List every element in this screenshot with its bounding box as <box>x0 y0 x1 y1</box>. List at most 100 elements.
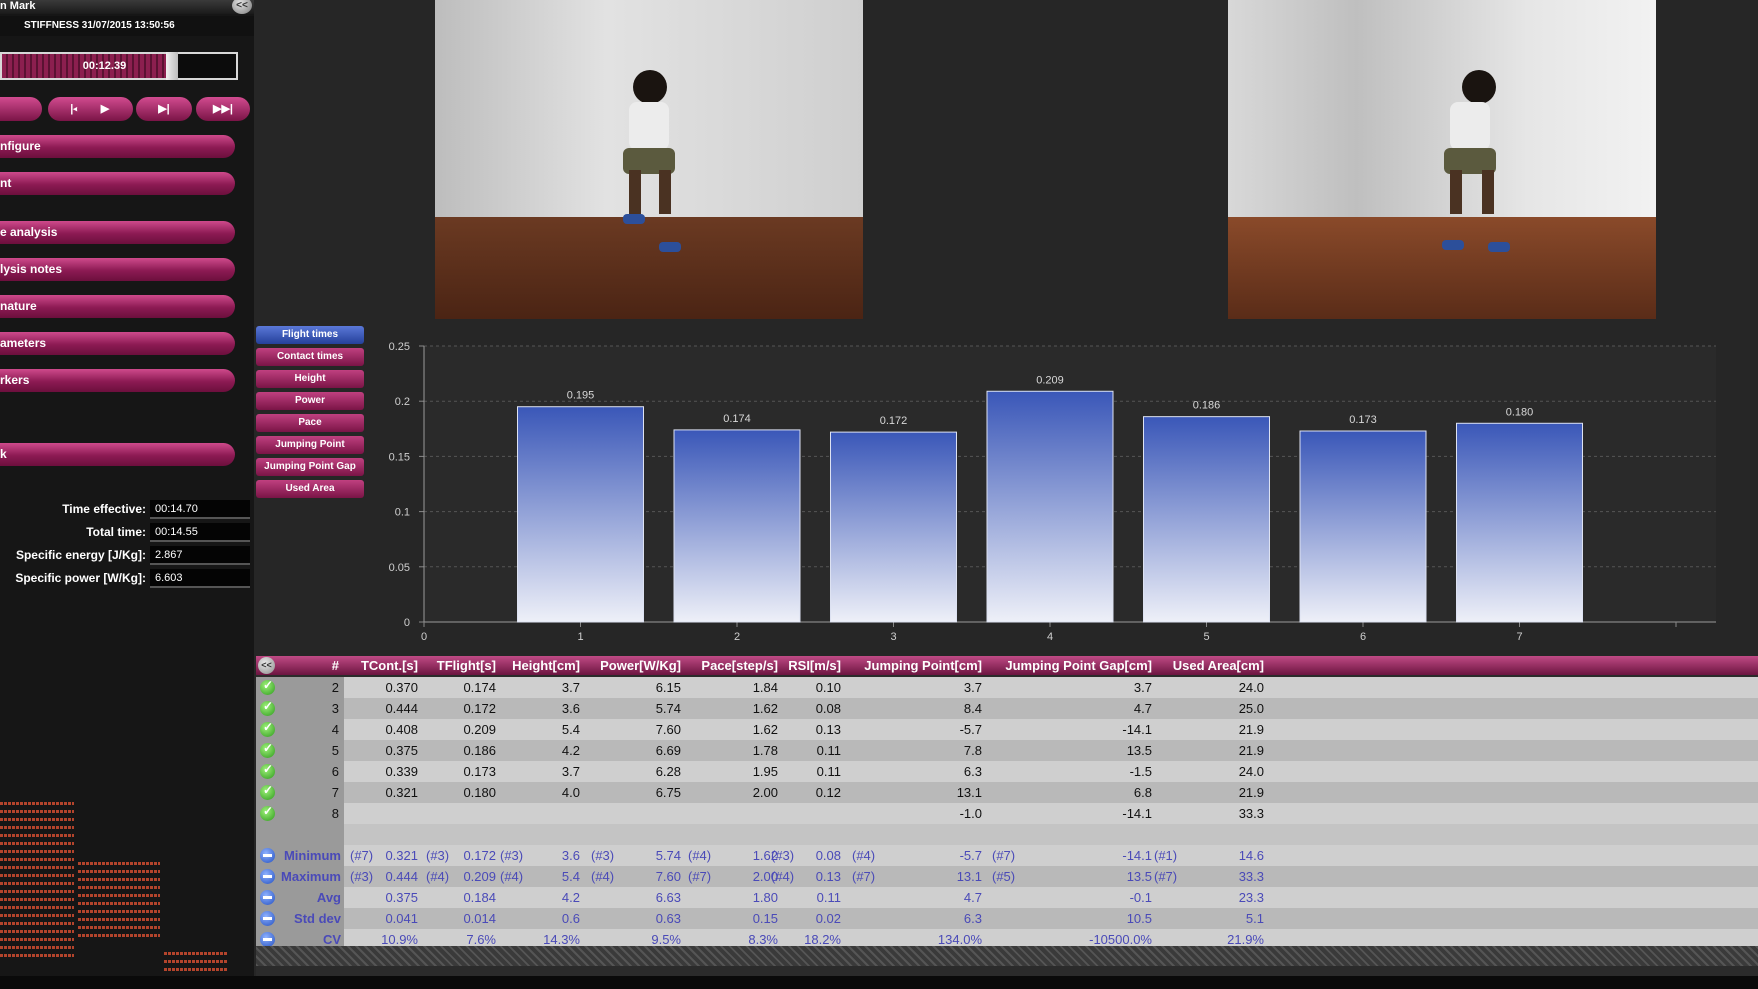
check-icon[interactable] <box>260 699 275 716</box>
level-meter-bar <box>0 810 74 813</box>
table-cell: 3 <box>331 701 339 716</box>
table-cell <box>500 803 580 824</box>
tab-pace[interactable]: Pace <box>256 414 364 432</box>
summary-value-cell: 7.60 <box>655 869 681 884</box>
menu-parameters-button[interactable]: ameters <box>0 332 235 355</box>
table-cell: -14.1 <box>1122 806 1152 821</box>
summary-value-cell: 0.08 <box>815 848 841 863</box>
column-header[interactable]: Pace[step/s] <box>688 656 778 675</box>
flight-times-chart: 0 0.05 0.1 0.15 0.2 0.25 0 1 2 3 4 5 6 7 0.195 0.174 0.1… <box>389 341 1716 643</box>
summary-value-cell: 5.74 <box>655 848 681 863</box>
column-header[interactable]: TFlight[s] <box>426 656 496 675</box>
table-cell: 25.0 <box>1238 701 1264 716</box>
summary-value-cell: 1.80 <box>752 890 778 905</box>
level-meter-bar <box>78 926 160 929</box>
summary-value-cell: 0.172 <box>463 848 496 863</box>
table-row[interactable]: 5 0.375 0.186 4.2 6.69 1.78 0.11 7.8 13.5 21.9 <box>256 740 1758 761</box>
table-cell: 33.3 <box>1238 806 1264 821</box>
table-row[interactable]: 3 0.444 0.172 3.6 5.74 1.62 0.08 8.4 4.7 25.0 <box>256 698 1758 719</box>
playback-progress-bar[interactable]: 00:12.39 <box>0 52 238 80</box>
summary-value-cell: 0.15 <box>752 911 778 926</box>
table-row[interactable]: 2 0.370 0.174 3.7 6.15 1.84 0.10 3.7 3.7 24.0 <box>256 677 1758 698</box>
tab-height[interactable]: Height <box>256 370 364 388</box>
table-cell: 1.84 <box>752 680 778 695</box>
summary-value-cell: 33.3 <box>1238 869 1264 884</box>
summary-value-cell: 10.5 <box>1126 911 1152 926</box>
column-header[interactable]: Power[W/Kg] <box>591 656 681 675</box>
tab-flight-times[interactable]: Flight times <box>256 326 364 344</box>
summary-value-cell: 0.184 <box>463 890 496 905</box>
table-cell: 1.62 <box>752 722 778 737</box>
tab-contact-times[interactable]: Contact times <box>256 348 364 366</box>
column-header[interactable]: RSI[m/s] <box>771 656 841 675</box>
skip-end-icon[interactable]: ▶▶| <box>196 97 250 121</box>
menu-test-button[interactable]: nt <box>0 172 235 195</box>
collapse-panel-button[interactable]: << <box>232 0 252 14</box>
level-meter-bar <box>0 866 74 869</box>
level-meter-bar <box>0 946 74 949</box>
table-cell: 21.9 <box>1238 785 1264 800</box>
table-cell: 0.180 <box>463 785 496 800</box>
summary-value-cell: 0.041 <box>385 911 418 926</box>
video-side-view[interactable] <box>1228 0 1656 319</box>
total-time-value: 00:14.55 <box>150 523 250 542</box>
level-meter-bar <box>0 874 74 877</box>
level-meter-bar <box>164 952 228 955</box>
table-cell: 0.321 <box>385 785 418 800</box>
level-meter-bar <box>78 910 160 913</box>
column-header[interactable]: Height[cm] <box>500 656 580 675</box>
table-cell: 8 <box>331 806 339 821</box>
video-floor <box>1228 216 1656 319</box>
video-front-view[interactable] <box>435 0 863 319</box>
summary-label: Maximum <box>281 869 341 884</box>
summary-value-cell: 5.1 <box>1245 911 1264 926</box>
table-cell: 0.339 <box>385 764 418 779</box>
y-tick-label: 0.05 <box>389 562 410 574</box>
table-cell: 13.1 <box>956 785 982 800</box>
data-label: 0.186 <box>1193 400 1221 412</box>
table-cell: 6.28 <box>655 764 681 779</box>
tab-jumping-point[interactable]: Jumping Point <box>256 436 364 454</box>
menu-markers-button[interactable]: rkers <box>0 369 235 392</box>
tab-jumping-point-gap[interactable]: Jumping Point Gap <box>256 458 364 476</box>
menu-analysis-notes-button[interactable]: lysis notes <box>0 258 235 281</box>
table-cell: 3.7 <box>963 680 982 695</box>
menu-back-button[interactable]: k <box>0 443 235 466</box>
check-icon[interactable] <box>260 762 275 779</box>
table-cell: 21.9 <box>1238 743 1264 758</box>
column-header[interactable]: Jumping Point Gap[cm] <box>992 656 1152 675</box>
table-cell: 13.5 <box>1126 743 1152 758</box>
y-tick-label: 0 <box>404 617 410 629</box>
x-tick-label: 3 <box>890 631 896 643</box>
level-meter-bar <box>78 870 160 873</box>
table-cell <box>426 803 496 824</box>
check-icon[interactable] <box>260 720 275 737</box>
table-cell: 2 <box>331 680 339 695</box>
collapse-table-button[interactable]: << <box>258 657 275 674</box>
tab-power[interactable]: Power <box>256 392 364 410</box>
table-row[interactable]: 6 0.339 0.173 3.7 6.28 1.95 0.11 6.3 -1.5 24.0 <box>256 761 1758 782</box>
play-icon[interactable]: ▶ <box>77 97 133 121</box>
column-header[interactable]: # <box>279 656 339 675</box>
table-row[interactable]: 7 0.321 0.180 4.0 6.75 2.00 0.12 13.1 6.8 21.9 <box>256 782 1758 803</box>
menu-analysis-button[interactable]: e analysis <box>0 221 235 244</box>
table-cell: 0.12 <box>815 785 841 800</box>
level-meter-bar <box>164 968 228 971</box>
table-row[interactable]: 4 0.408 0.209 5.4 7.60 1.62 0.13 -5.7 -14.1 21.9 <box>256 719 1758 740</box>
summary-label: Avg <box>316 890 341 905</box>
table-row[interactable]: 8 -1.0 -14.1 33.3 <box>256 803 1758 824</box>
column-header[interactable]: Jumping Point[cm] <box>852 656 982 675</box>
column-header[interactable]: TCont.[s] <box>348 656 418 675</box>
step-forward-icon[interactable]: ▶| <box>136 97 192 121</box>
menu-configure-button[interactable]: nfigure <box>0 135 235 158</box>
check-icon[interactable] <box>260 741 275 758</box>
summary-value-cell: 3.6 <box>561 848 580 863</box>
previous-button[interactable] <box>0 97 42 121</box>
menu-signature-button[interactable]: nature <box>0 295 235 318</box>
bar <box>1299 430 1427 623</box>
column-header[interactable]: Used Area[cm] <box>1154 656 1264 675</box>
tab-used-area[interactable]: Used Area <box>256 480 364 498</box>
check-icon[interactable] <box>260 678 275 695</box>
check-icon[interactable] <box>260 804 275 821</box>
check-icon[interactable] <box>260 783 275 800</box>
